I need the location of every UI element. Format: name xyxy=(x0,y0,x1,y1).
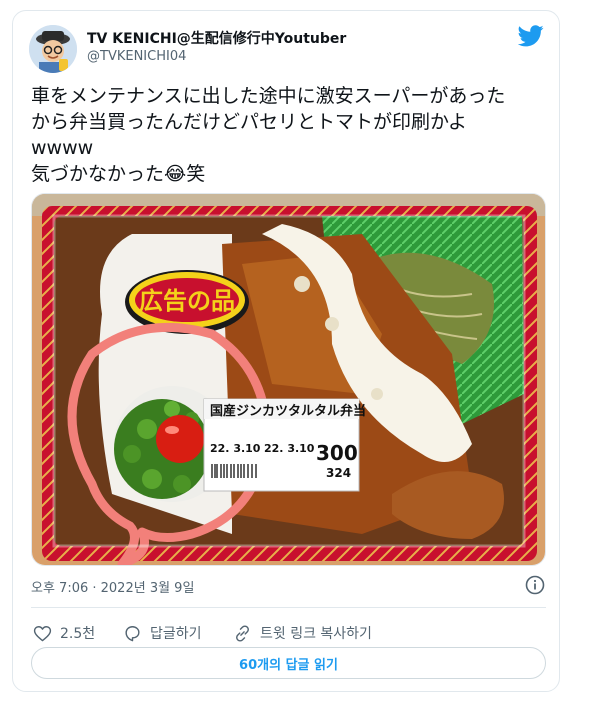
twitter-bird-icon[interactable] xyxy=(518,25,544,47)
tweet-card: TV KENICHI@生配信修行中Youtuber @TVKENICHI04 車… xyxy=(12,10,560,692)
read-replies-button[interactable]: 60개의 답글 읽기 xyxy=(31,647,546,679)
divider xyxy=(31,607,546,608)
label-title: 国産ジンカツタルタル弁当 xyxy=(210,403,366,419)
sale-badge: 広告の品 xyxy=(139,287,235,315)
label-date2: 22. 3.10 xyxy=(264,442,315,455)
action-bar: 2.5천 답글하기 트윗 링크 복사하기 xyxy=(31,617,546,649)
avatar-image xyxy=(29,25,77,73)
label-price-tax: 324 xyxy=(326,466,351,480)
link-icon xyxy=(236,624,249,642)
label-date1: 22. 3.10 xyxy=(210,442,261,455)
like-button[interactable]: 2.5천 xyxy=(33,617,95,649)
info-icon[interactable] xyxy=(525,575,545,595)
heart-icon xyxy=(33,625,52,641)
author-handle[interactable]: @TVKENICHI04 xyxy=(87,49,186,64)
like-count: 2.5천 xyxy=(60,626,96,642)
copy-link-button[interactable]: 트윗 링크 복사하기 xyxy=(233,617,372,649)
bento-photo: 広告の品 国産ジンカツタルタル弁当 22. 3.10 22. 3.10 300 xyxy=(32,194,545,565)
price-label: 国産ジンカツタルタル弁当 22. 3.10 22. 3.10 300 324 xyxy=(203,398,366,492)
copy-link-label: 트윗 링크 복사하기 xyxy=(260,626,372,642)
tweet-timestamp[interactable]: 오후 7:06 · 2022년 3월 9일 xyxy=(31,577,194,596)
reply-label: 답글하기 xyxy=(150,626,202,642)
author-avatar[interactable] xyxy=(29,25,77,73)
reply-button[interactable]: 답글하기 xyxy=(123,617,202,649)
author-name[interactable]: TV KENICHI@生配信修行中Youtuber xyxy=(87,28,346,48)
tweet-photo[interactable]: 広告の品 国産ジンカツタルタル弁当 22. 3.10 22. 3.10 300 xyxy=(31,193,546,566)
reply-icon xyxy=(125,625,140,641)
tweet-text: 車をメンテナンスに出した途中に激安スーパーがあった から弁当買ったんだけどパセリ… xyxy=(31,85,506,185)
label-price: 300 xyxy=(316,441,358,465)
